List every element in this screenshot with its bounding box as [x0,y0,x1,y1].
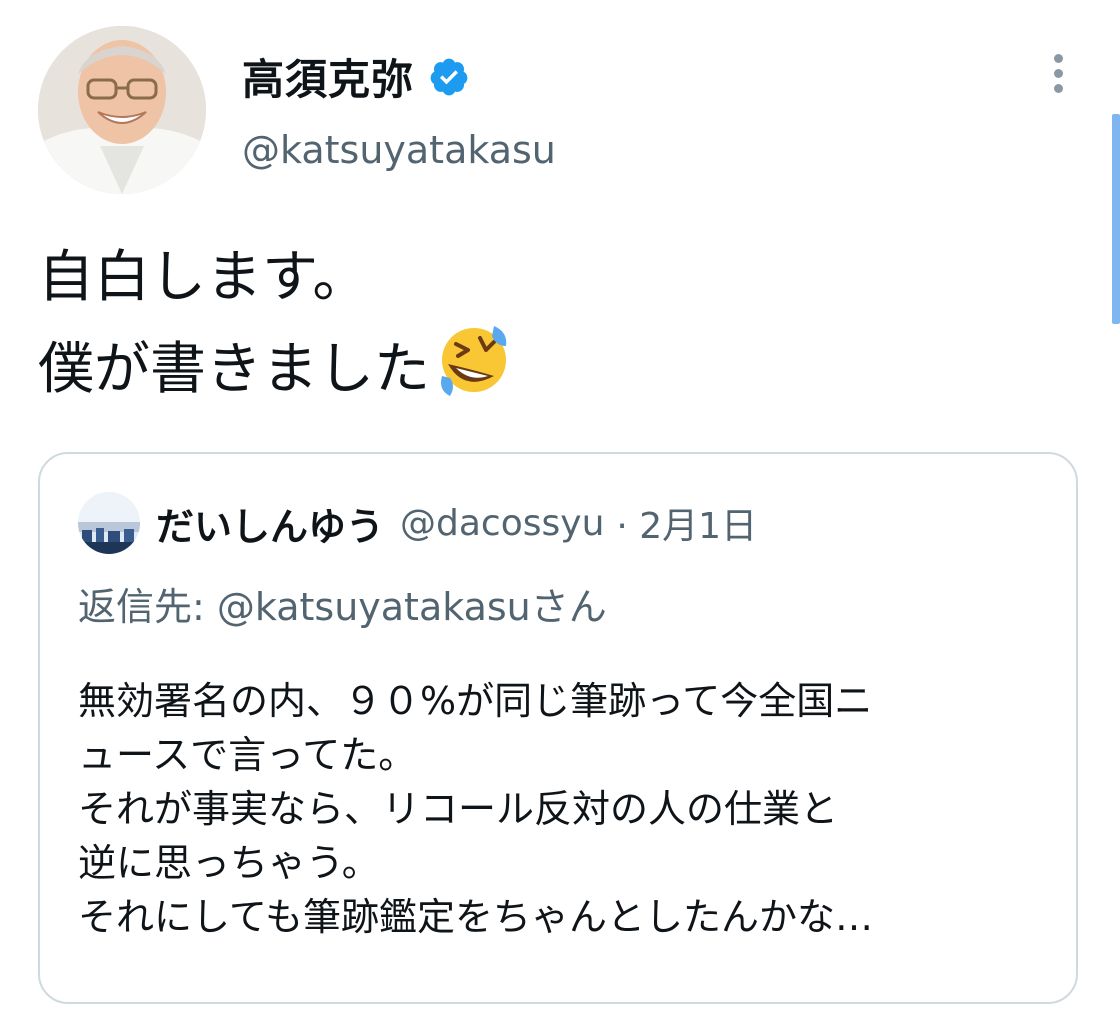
quoted-body-line: ュースで言ってた。 [78,733,417,777]
author-display-name[interactable]: 高須克弥 [242,46,414,107]
author-avatar[interactable] [38,26,206,194]
quoted-body-line: 無効署名の内、９０%が同じ筆跡って今全国ニ [78,679,873,723]
author-handle[interactable]: @katsuyatakasu [242,128,556,172]
author-name-row: 高須克弥 [242,46,470,107]
more-options-icon[interactable] [1040,54,1076,98]
quoted-body-line: それが事実なら、リコール反対の人の仕業と [78,787,839,831]
verified-badge-icon [430,58,468,95]
quoted-author-avatar[interactable] [78,492,140,554]
tweet-text: 自白します。 僕が書きました [38,236,514,412]
tweet-text-line: 自白します。 [38,245,369,310]
quoted-reply-to[interactable]: 返信先: @katsuyatakasuさん [78,576,607,631]
quoted-body-line: それにしても筆跡鑑定をちゃんとしたんかな… [78,895,873,939]
rolling-on-floor-laughing-emoji-icon [441,326,507,396]
quoted-author-handle[interactable]: @dacossyu [400,503,604,544]
quoted-author-display-name[interactable]: だいしんゆう [156,496,384,551]
quoted-tweet-date: · 2月1日 [616,506,758,547]
tweet-text-line: 僕が書きました [38,337,430,402]
tweet-text-line-with-emoji: 僕が書きました [38,320,514,412]
quoted-tweet-header: だいしんゆう @dacossyu · 2月1日 [156,492,757,554]
quoted-tweet-body: 無効署名の内、９０%が同じ筆跡って今全国ニ ュースで言ってた。 それが事実なら、… [78,674,873,944]
quoted-body-line: 逆に思っちゃう。 [78,841,380,885]
scrollbar[interactable] [1112,114,1120,324]
quoted-tweet-card[interactable]: だいしんゆう @dacossyu · 2月1日 返信先: @katsuyatak… [38,452,1078,1004]
